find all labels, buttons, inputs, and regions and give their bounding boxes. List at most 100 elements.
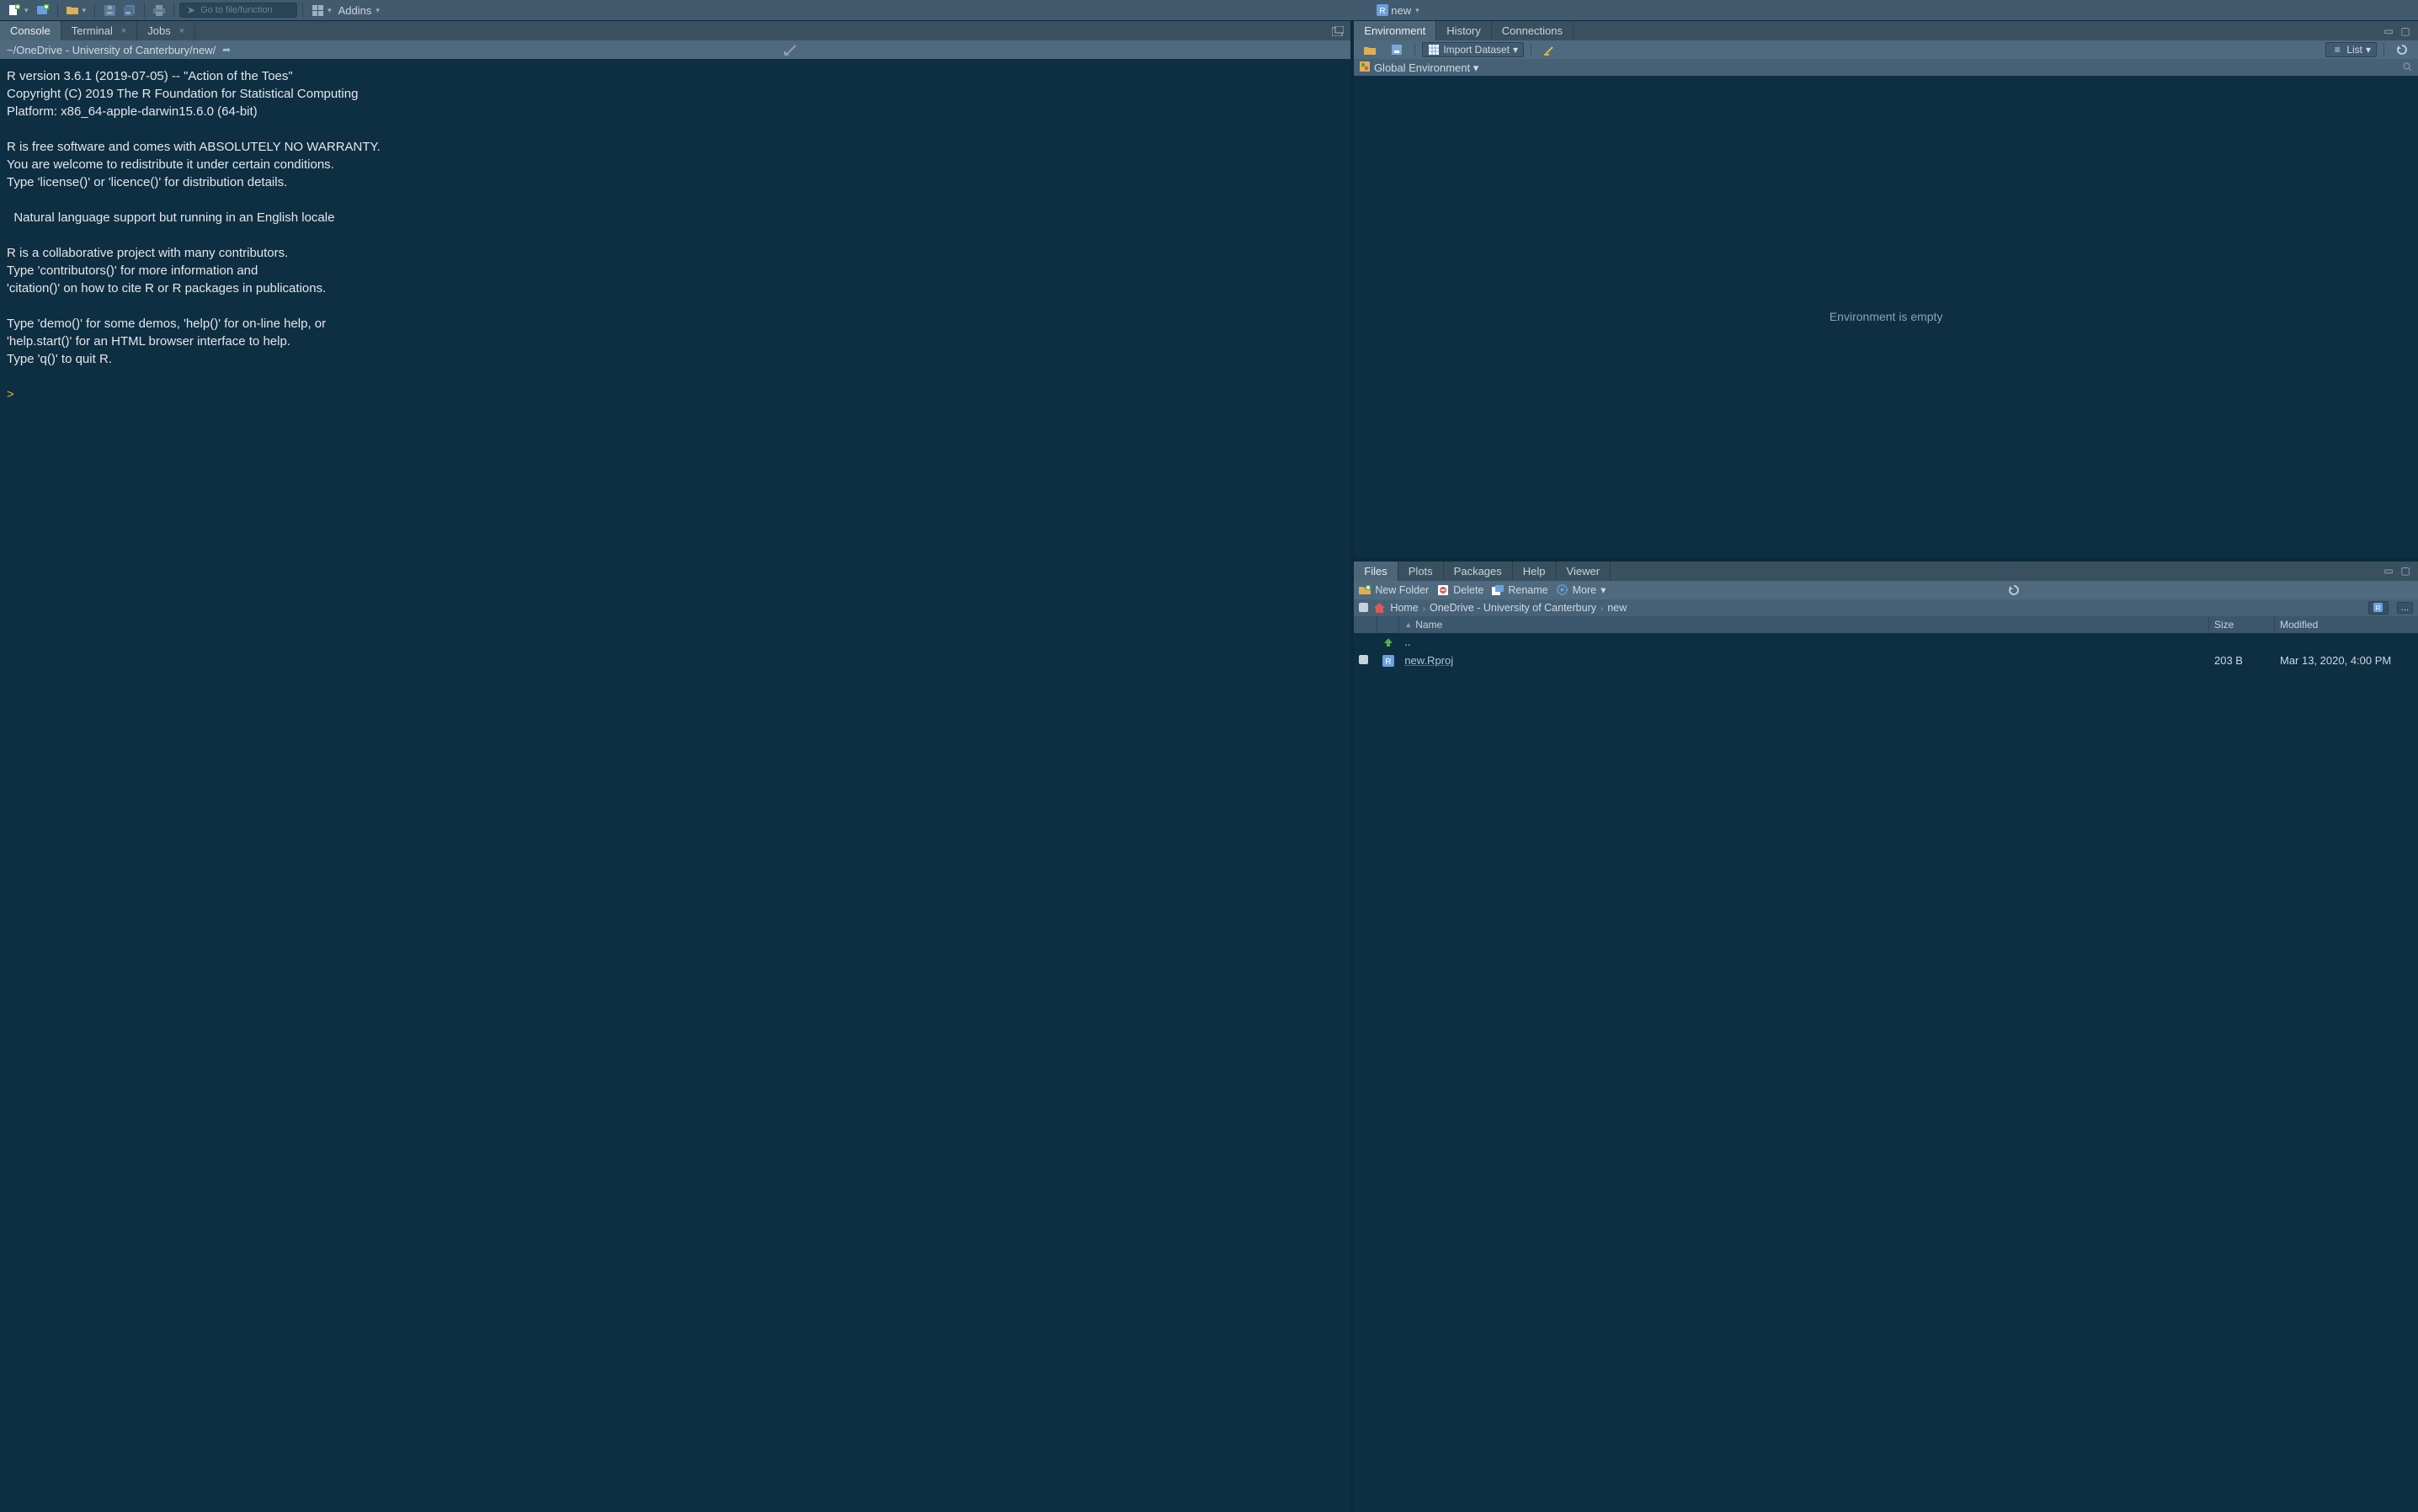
file-icon	[1377, 637, 1399, 647]
addins-button[interactable]: Addins ▾	[335, 3, 383, 19]
caret-icon: ▾	[1600, 583, 1606, 596]
save-all-button[interactable]	[120, 3, 139, 18]
caret-icon: ▾	[83, 6, 87, 15]
delete-icon	[1437, 584, 1449, 596]
caret-icon: ▾	[375, 6, 380, 15]
caret-icon: ▾	[1513, 44, 1518, 56]
env-toolbar: Import Dataset ▾ ≡ List ▾	[1354, 40, 2418, 59]
row-checkbox[interactable]	[1359, 655, 1368, 664]
new-file-icon	[8, 4, 20, 16]
console-path: ~/OneDrive - University of Canterbury/ne…	[7, 44, 216, 56]
file-row[interactable]: ..	[1354, 633, 2418, 652]
caret-icon: ▾	[328, 6, 332, 15]
new-folder-button[interactable]: New Folder	[1359, 584, 1429, 596]
goto-placeholder: Go to file/function	[200, 5, 273, 15]
file-icon: R	[1377, 655, 1399, 667]
files-header: ▲Name Size Modified	[1354, 616, 2418, 633]
console-output[interactable]: R version 3.6.1 (2019-07-05) -- "Action …	[0, 59, 1350, 1512]
file-row[interactable]: Rnew.Rproj203 BMar 13, 2020, 4:00 PM	[1354, 652, 2418, 670]
tab-packages[interactable]: Packages	[1444, 562, 1513, 581]
tab-environment[interactable]: Environment	[1354, 21, 1436, 40]
project-menu[interactable]: R new ▾	[1373, 3, 1422, 19]
list-icon: ≡	[2331, 44, 2343, 56]
refresh-env-button[interactable]	[2391, 43, 2413, 56]
minimize-icon[interactable]: ▭	[2383, 565, 2394, 577]
close-icon[interactable]: ×	[179, 26, 184, 36]
refresh-icon	[2008, 584, 2020, 596]
file-name[interactable]: ..	[1399, 636, 2209, 648]
env-search-input[interactable]	[2401, 61, 2413, 74]
load-workspace-button[interactable]	[1359, 43, 1381, 56]
tab-files[interactable]: Files	[1354, 562, 1398, 581]
svg-text:R: R	[1386, 658, 1392, 667]
console-path-bar: ~/OneDrive - University of Canterbury/ne…	[0, 40, 1350, 59]
search-icon	[2401, 61, 2413, 72]
project-icon: R	[1377, 4, 1388, 16]
tab-history[interactable]: History	[1436, 21, 1491, 40]
tab-connections[interactable]: Connections	[1492, 21, 1574, 40]
grid-icon	[1428, 44, 1440, 56]
new-folder-icon	[1359, 584, 1371, 596]
select-all-checkbox[interactable]	[1359, 603, 1368, 612]
open-file-button[interactable]: ▾	[63, 3, 90, 18]
panes-button[interactable]: ▾	[308, 3, 335, 18]
console-text: R version 3.6.1 (2019-07-05) -- "Action …	[7, 69, 381, 366]
tab-terminal[interactable]: Terminal×	[61, 21, 138, 40]
save-workspace-button[interactable]	[1386, 43, 1408, 56]
view-mode-button[interactable]: ≡ List ▾	[2325, 42, 2377, 57]
main-split: Console Terminal× Jobs× ~/OneDrive - Uni…	[0, 20, 2418, 1512]
breadcrumb-segment[interactable]: new	[1607, 602, 1627, 614]
clear-workspace-button[interactable]	[1538, 43, 1560, 56]
maximize-icon[interactable]: ▢	[2399, 25, 2411, 37]
new-project-button[interactable]	[34, 3, 52, 18]
svg-text:R: R	[2376, 604, 2381, 612]
env-empty-message: Environment is empty	[1829, 310, 1943, 323]
minimize-icon[interactable]: ▭	[2383, 25, 2394, 37]
col-modified[interactable]: Modified	[2275, 616, 2418, 633]
maximize-icon[interactable]: ▢	[2399, 565, 2411, 577]
file-size: 203 B	[2209, 654, 2275, 667]
save-icon	[104, 4, 115, 16]
package-icon	[1359, 61, 1371, 72]
rename-button[interactable]: Rename	[1492, 584, 1547, 596]
close-icon[interactable]: ×	[121, 26, 126, 36]
goto-file-input[interactable]: ➤ Go to file/function	[179, 3, 297, 18]
caret-icon: ▾	[24, 6, 29, 15]
more-button[interactable]: More▾	[1557, 583, 1606, 596]
broom-icon	[1543, 44, 1555, 56]
tab-jobs[interactable]: Jobs×	[137, 21, 195, 40]
tab-console[interactable]: Console	[0, 21, 61, 40]
files-tabs: Files Plots Packages Help Viewer ▭ ▢	[1354, 561, 2418, 581]
clear-console-icon[interactable]	[237, 44, 1344, 56]
open-folder-icon	[1364, 44, 1376, 56]
save-button[interactable]	[100, 3, 119, 18]
import-dataset-button[interactable]: Import Dataset ▾	[1422, 42, 1524, 57]
file-name[interactable]: new.Rproj	[1399, 654, 2209, 667]
popout-icon[interactable]	[1332, 25, 1344, 37]
breadcrumb-segment[interactable]: OneDrive - University of Canterbury	[1430, 602, 1596, 614]
console-prompt: >	[7, 387, 14, 402]
col-name[interactable]: ▲Name	[1399, 616, 2209, 633]
print-button[interactable]	[150, 3, 168, 18]
col-size[interactable]: Size	[2209, 616, 2275, 633]
environment-pane: Environment History Connections ▭ ▢ Impo…	[1354, 20, 2418, 557]
home-icon[interactable]	[1373, 602, 1385, 614]
chevron-right-icon: ›	[1600, 604, 1603, 614]
env-tabs: Environment History Connections ▭ ▢	[1354, 20, 2418, 40]
path-overflow-button[interactable]: ...	[2397, 602, 2413, 614]
tab-help[interactable]: Help	[1513, 562, 1557, 581]
breadcrumb-segment[interactable]: Home	[1390, 602, 1418, 614]
delete-button[interactable]: Delete	[1437, 584, 1483, 596]
caret-icon: ▾	[1415, 6, 1419, 15]
refresh-files-button[interactable]	[1614, 584, 2413, 596]
tab-viewer[interactable]: Viewer	[1557, 562, 1611, 581]
new-file-button[interactable]: ▾	[5, 3, 32, 18]
save-icon	[1391, 44, 1403, 56]
env-body: Environment is empty	[1354, 76, 2418, 557]
goto-dir-icon[interactable]: ➦	[221, 44, 232, 56]
project-badge[interactable]: R	[2368, 601, 2389, 615]
tab-plots[interactable]: Plots	[1398, 562, 1444, 581]
scope-selector[interactable]: Global Environment ▾	[1359, 61, 1478, 75]
files-breadcrumb: Home › OneDrive - University of Canterbury…	[1354, 599, 2418, 616]
files-list: .. Rnew.Rproj203 BMar 13, 2020, 4:00 PM	[1354, 633, 2418, 1512]
